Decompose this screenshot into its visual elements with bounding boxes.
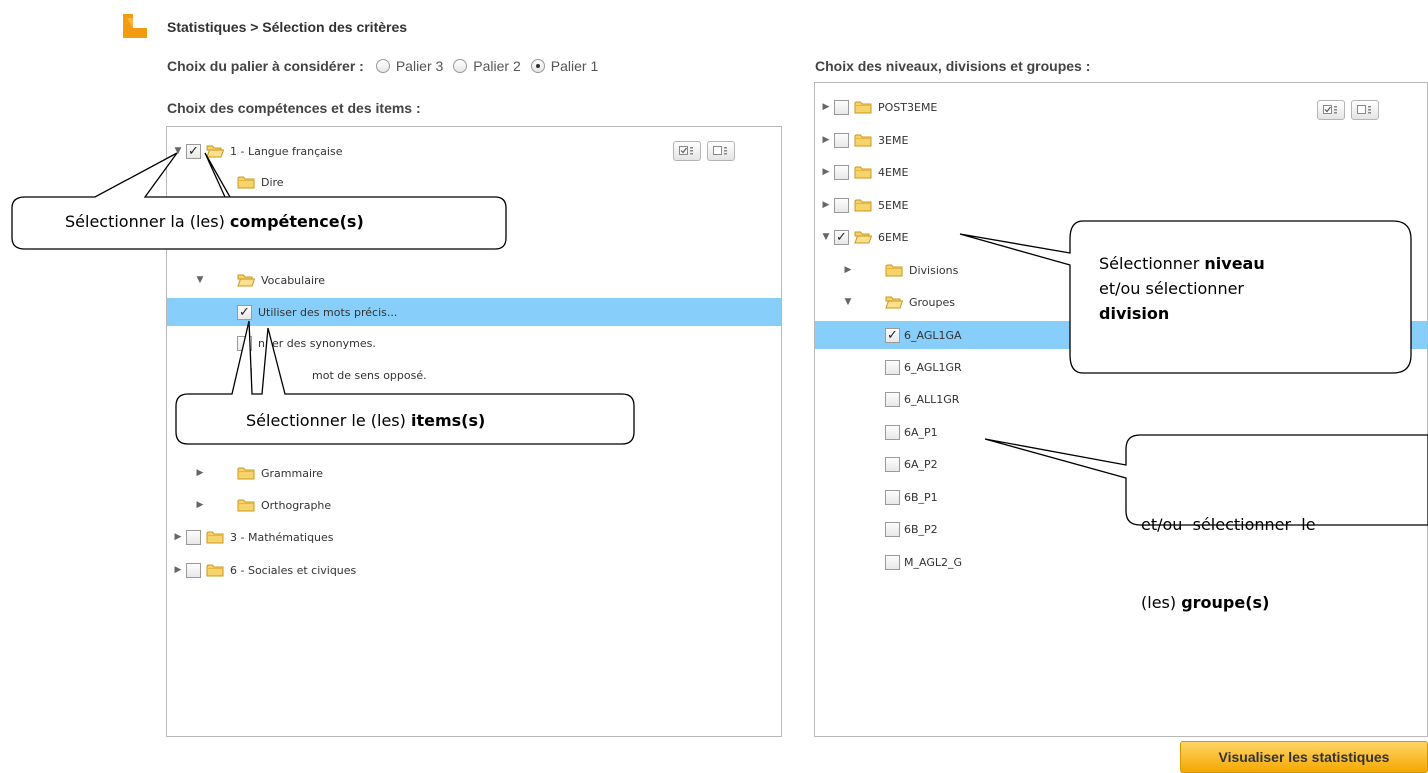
collapsed-arrow-icon[interactable]: ▶ <box>173 532 183 542</box>
folder-icon <box>854 133 872 147</box>
tree-node-5eme[interactable]: ▶ 5EME <box>815 191 1427 219</box>
checkbox[interactable] <box>186 529 201 545</box>
tree-node-orthographe[interactable]: ▶ Orthographe <box>167 491 781 519</box>
checkbox[interactable] <box>885 359 900 375</box>
palier-label: Choix du palier à considérer : <box>167 58 364 74</box>
collapsed-arrow-icon[interactable]: ▶ <box>821 135 831 145</box>
radio-palier-1[interactable]: Palier 1 <box>530 58 598 74</box>
checkbox[interactable] <box>885 424 900 440</box>
tree-item-synonymes[interactable]: nner des synonymes. <box>167 329 781 357</box>
tree-node-dire[interactable]: Dire <box>167 168 781 196</box>
checkbox-checked[interactable]: ✓ <box>885 327 900 343</box>
checkbox-checked[interactable]: ✓ <box>834 229 849 245</box>
checkbox[interactable] <box>237 367 252 383</box>
tree-item-group-6b-p2[interactable]: 6B_P2 <box>815 515 1427 543</box>
checkbox[interactable] <box>834 132 849 148</box>
tree-node-sociales-civiques[interactable]: ▶ 6 - Sociales et civiques <box>167 556 781 584</box>
arrow-down-right-icon <box>123 14 147 38</box>
collapsed-arrow-icon[interactable]: ▶ <box>821 167 831 177</box>
tree-node-post3eme[interactable]: ▶ POST3EME <box>815 93 1427 121</box>
expanded-arrow-icon[interactable]: ▼ <box>821 232 831 242</box>
tree-item-group-6b-p1[interactable]: 6B_P1 <box>815 483 1427 511</box>
radio-checked-icon[interactable] <box>530 59 545 73</box>
callout-groupe-text: et/ou sélectionner le (les) groupe(s) <box>1141 515 1316 612</box>
callout-items-text: Sélectionner le (les) items(s) <box>246 411 486 430</box>
checkbox[interactable] <box>885 521 900 537</box>
collapsed-arrow-icon[interactable]: ▶ <box>195 468 205 478</box>
tree-item-group-6-agl1gr[interactable]: 6_AGL1GR <box>815 353 1427 381</box>
collapsed-arrow-icon[interactable]: ▶ <box>195 500 205 510</box>
checkbox[interactable] <box>885 391 900 407</box>
folder-icon <box>885 263 903 277</box>
expanded-arrow-icon[interactable]: ▼ <box>173 146 183 156</box>
checkbox[interactable] <box>834 99 849 115</box>
tree-item-group-m-agl2-g[interactable]: M_AGL2_G <box>815 548 1427 576</box>
tree-item-oppose[interactable]: mot de sens opposé. <box>167 361 781 389</box>
checkbox[interactable] <box>186 562 201 578</box>
checkbox-checked[interactable]: ✓ <box>237 304 252 320</box>
breadcrumb: Statistiques > Sélection des critères <box>167 19 408 35</box>
callout-competence-text: Sélectionner la (les) compétence(s) <box>65 212 364 231</box>
checkbox[interactable] <box>834 164 849 180</box>
radio-palier-3[interactable]: Palier 3 <box>375 58 443 74</box>
tree-item-mots-precis[interactable]: ✓ Utiliser des mots précis... <box>167 298 781 326</box>
tree-node-langue-francaise[interactable]: ▼ ✓ 1 - Langue française <box>167 137 781 165</box>
folder-icon <box>854 100 872 114</box>
folder-open-icon <box>206 144 224 158</box>
expanded-arrow-icon[interactable]: ▼ <box>195 275 205 285</box>
niveaux-label: Choix des niveaux, divisions et groupes … <box>815 58 1091 74</box>
radio-icon[interactable] <box>453 59 468 73</box>
niveaux-tree-panel: ▶ POST3EME ▶ 3EME ▶ 4EME ▶ 5EME ▼ ✓ 6EME ▶ Divi… <box>814 82 1428 737</box>
checkbox-checked[interactable]: ✓ <box>186 143 201 159</box>
radio-icon[interactable] <box>375 59 390 73</box>
tree-node-mathematiques[interactable]: ▶ 3 - Mathématiques <box>167 523 781 551</box>
collapsed-arrow-icon[interactable]: ▶ <box>173 565 183 575</box>
tree-node-vocabulaire[interactable]: ▼ Vocabulaire <box>167 266 781 294</box>
visualiser-statistiques-button[interactable]: Visualiser les statistiques <box>1180 741 1428 773</box>
tree-item-group-6a-p1[interactable]: 6A_P1 <box>815 418 1427 446</box>
tree-node-4eme[interactable]: ▶ 4EME <box>815 158 1427 186</box>
checkbox[interactable] <box>885 554 900 570</box>
tree-node-grammaire[interactable]: ▶ Grammaire <box>167 459 781 487</box>
folder-icon <box>206 530 224 544</box>
tree-item-group-6a-p2[interactable]: 6A_P2 <box>815 450 1427 478</box>
expanded-arrow-icon[interactable]: ▼ <box>843 297 853 307</box>
checkbox[interactable] <box>237 335 252 351</box>
folder-open-icon <box>885 295 903 309</box>
folder-icon <box>237 498 255 512</box>
checkbox[interactable] <box>834 197 849 213</box>
callout-niveau-text: Sélectionner niveau et/ou sélectionner d… <box>1099 254 1265 323</box>
palier-selector: Choix du palier à considérer : Palier 3 … <box>167 58 598 74</box>
folder-open-icon <box>854 230 872 244</box>
collapsed-arrow-icon[interactable]: ▶ <box>821 102 831 112</box>
checkbox[interactable] <box>885 456 900 472</box>
tree-item-group-6-all1gr[interactable]: 6_ALL1GR <box>815 385 1427 413</box>
folder-open-icon <box>237 273 255 287</box>
tree-node-6eme[interactable]: ▼ ✓ 6EME <box>815 223 1427 251</box>
folder-icon <box>854 198 872 212</box>
folder-icon <box>206 563 224 577</box>
checkbox[interactable] <box>885 489 900 505</box>
folder-icon <box>237 466 255 480</box>
radio-palier-2[interactable]: Palier 2 <box>453 58 521 74</box>
competences-label: Choix des compétences et des items : <box>167 100 421 116</box>
collapsed-arrow-icon[interactable]: ▶ <box>843 265 853 275</box>
folder-icon <box>237 175 255 189</box>
collapsed-arrow-icon[interactable]: ▶ <box>821 200 831 210</box>
folder-icon <box>854 165 872 179</box>
tree-node-3eme[interactable]: ▶ 3EME <box>815 126 1427 154</box>
